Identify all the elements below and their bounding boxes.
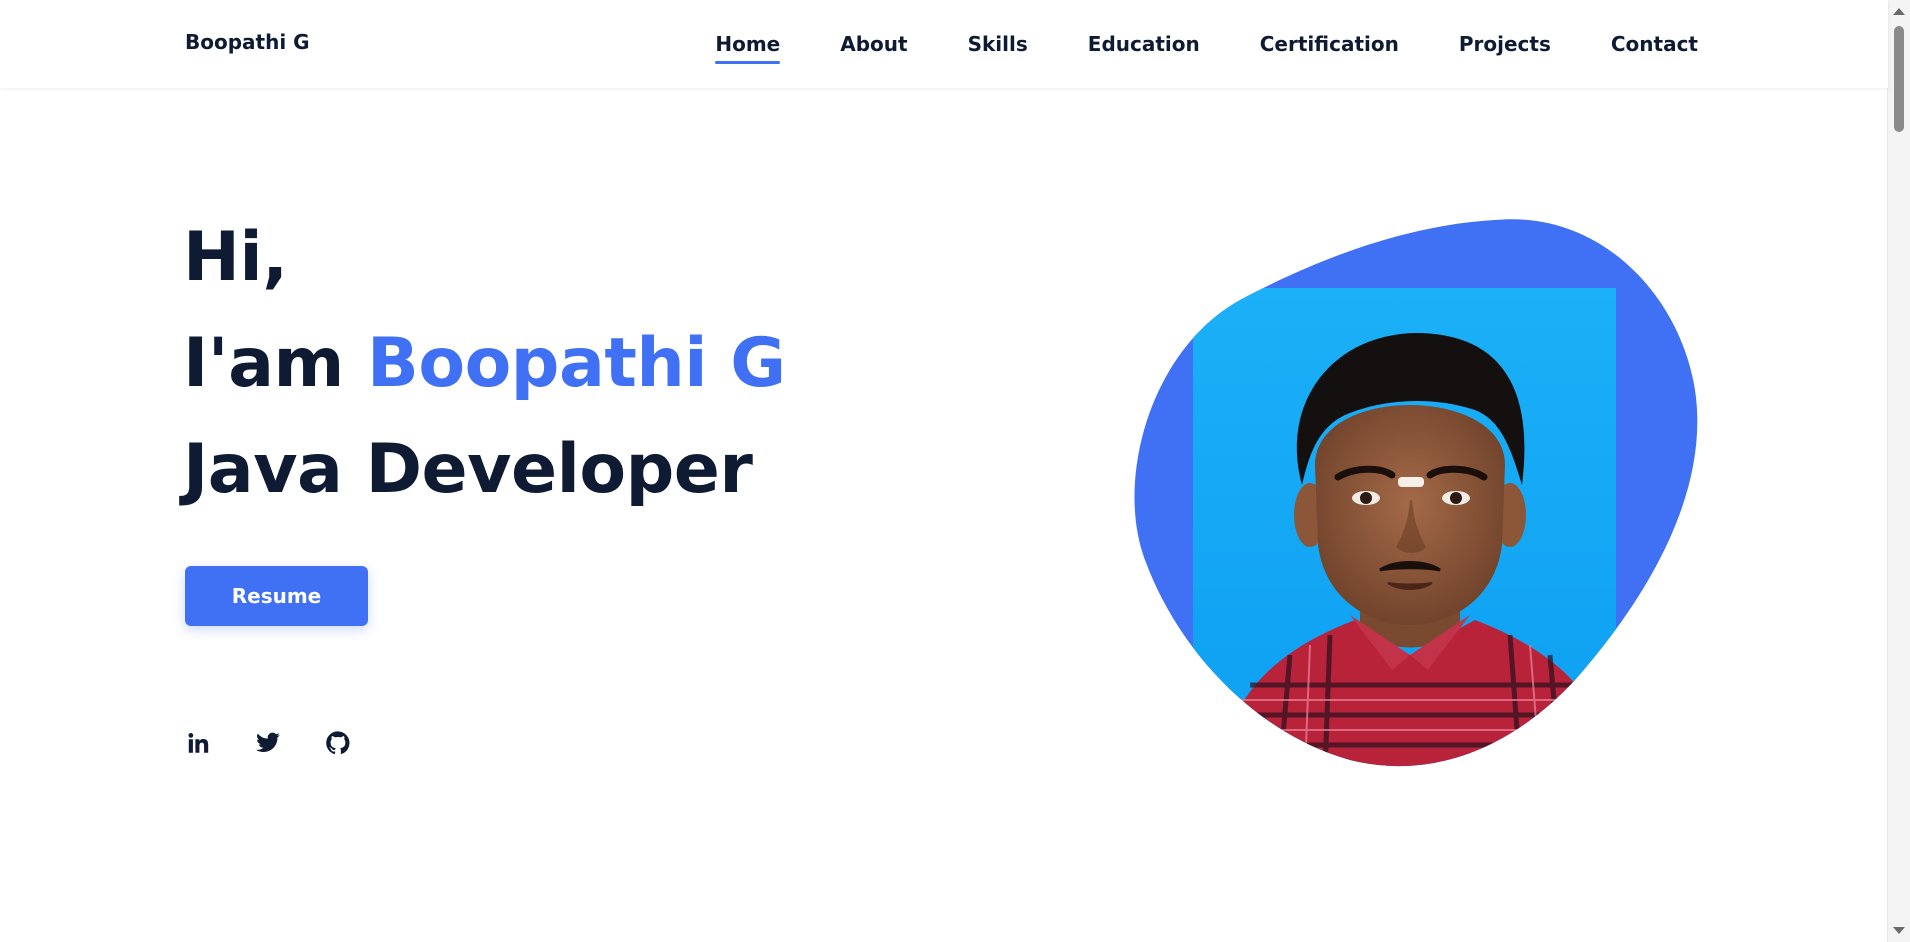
scroll-down-arrow[interactable] bbox=[1893, 927, 1905, 934]
hero-name: Boopathi G bbox=[367, 324, 786, 403]
portfolio-page: Boopathi G Home About Skills Education C… bbox=[0, 0, 1910, 942]
twitter-icon[interactable] bbox=[255, 730, 281, 756]
profile-photo bbox=[1134, 219, 1698, 767]
scroll-up-arrow[interactable] bbox=[1893, 8, 1905, 15]
resume-button[interactable]: Resume bbox=[185, 566, 368, 626]
hero-intro-prefix: I'am bbox=[183, 324, 368, 403]
nav-item-certification[interactable]: Certification bbox=[1260, 2, 1399, 86]
hero-role: Java Developer bbox=[183, 430, 753, 509]
nav-item-skills[interactable]: Skills bbox=[968, 2, 1028, 86]
linkedin-icon[interactable] bbox=[185, 730, 211, 756]
scroll-thumb[interactable] bbox=[1894, 26, 1904, 132]
hero-text: Hi, I'am Boopathi G Java Developer bbox=[183, 205, 786, 523]
nav-item-projects[interactable]: Projects bbox=[1459, 2, 1551, 86]
page-scrollbar[interactable] bbox=[1887, 0, 1910, 942]
nav-item-contact[interactable]: Contact bbox=[1611, 2, 1698, 86]
nav-item-education[interactable]: Education bbox=[1088, 2, 1200, 86]
nav-item-about[interactable]: About bbox=[840, 2, 907, 86]
brand-logo[interactable]: Boopathi G bbox=[185, 30, 310, 54]
github-icon[interactable] bbox=[325, 730, 351, 756]
hero-greeting: Hi, bbox=[183, 218, 288, 297]
main-nav: Home About Skills Education Certificatio… bbox=[715, 0, 1698, 88]
hero-image-blob bbox=[1130, 215, 1700, 770]
site-header: Boopathi G Home About Skills Education C… bbox=[0, 0, 1888, 88]
hero-intro: I'am Boopathi G bbox=[183, 311, 786, 417]
nav-item-home[interactable]: Home bbox=[715, 2, 780, 86]
social-links bbox=[185, 730, 351, 756]
